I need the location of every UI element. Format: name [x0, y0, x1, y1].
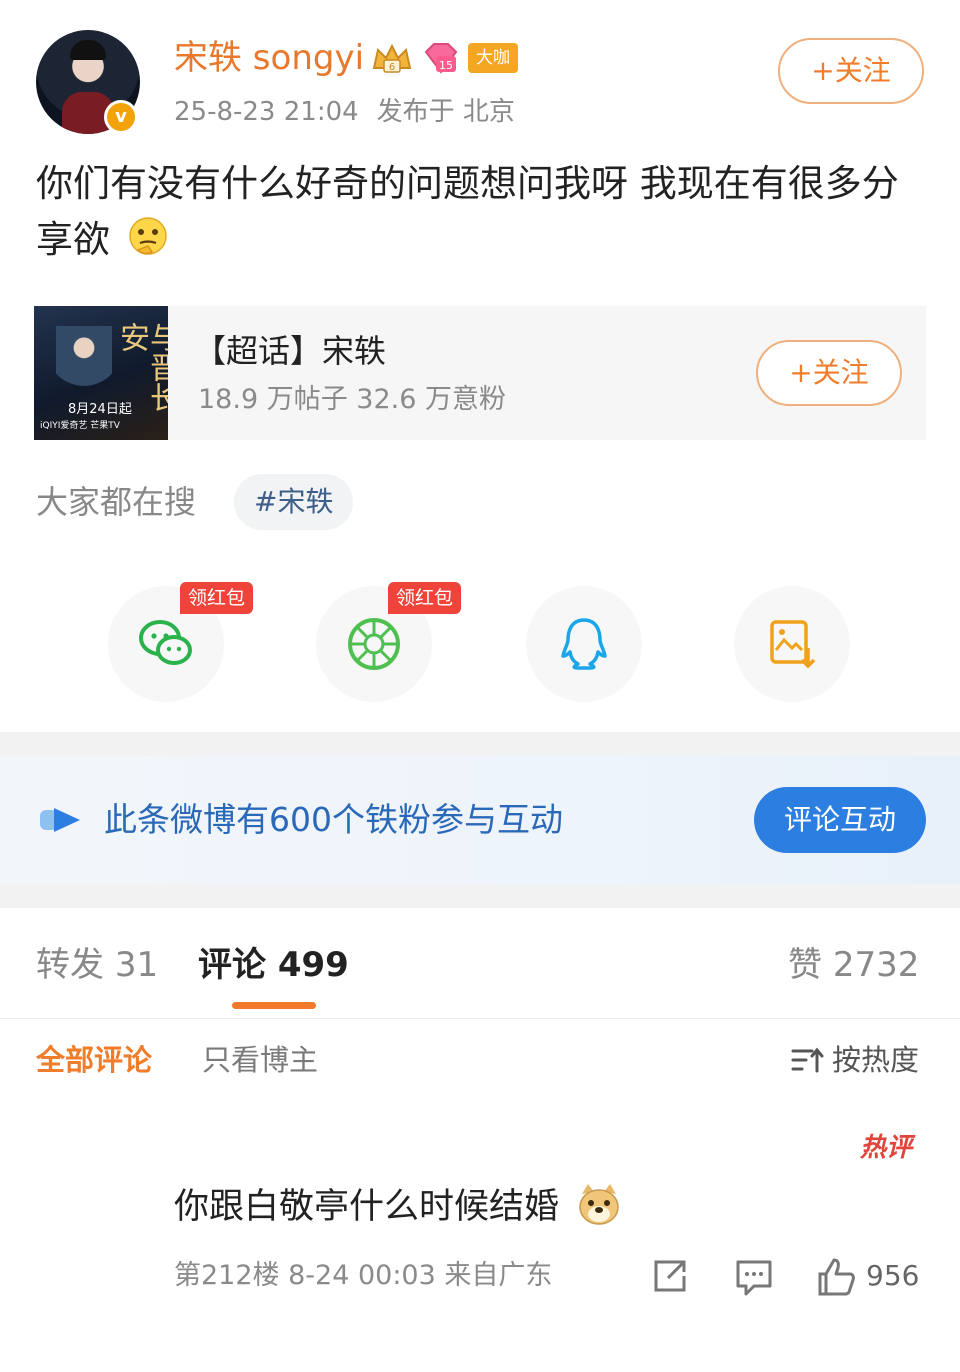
- tab-like[interactable]: 赞 2732: [788, 942, 919, 988]
- thinking-emoji-icon: [129, 217, 167, 255]
- comment-body: 你跟白敬亭什么时候结婚: [174, 1180, 622, 1234]
- post-body: 你们有没有什么好奇的问题想问我呀 我现在有很多分享欲: [36, 156, 916, 268]
- tab-like-label: 赞: [788, 945, 822, 985]
- filter-author-only[interactable]: 只看博主: [202, 1040, 318, 1080]
- qq-icon: [561, 618, 607, 670]
- follow-button[interactable]: +关注: [778, 38, 924, 104]
- banner-text: 此条微博有600个铁粉参与互动: [104, 800, 563, 839]
- tabs-divider: [0, 1018, 960, 1019]
- tab-repost-count: 31: [114, 945, 159, 985]
- thumbnail-logos: iQIYI爱奇艺 芒果TV: [40, 421, 120, 431]
- tab-repost[interactable]: 转发 31: [36, 942, 158, 988]
- sort-by-heat-button[interactable]: 按热度: [790, 1040, 919, 1080]
- post-header: v 宋轶 songyi 6 15 大咖 25-8-23 21:04 发布于 北京 …: [0, 0, 960, 150]
- thumbnail-figure: [56, 326, 112, 404]
- post-timestamp: 25-8-23 21:04: [174, 97, 359, 127]
- play-chevron-icon: [40, 808, 80, 832]
- hot-comment-tag: 热评: [860, 1133, 913, 1163]
- thumbnail-title: 与晋长安: [114, 322, 168, 412]
- tab-comment-count: 499: [277, 945, 349, 985]
- like-thumb-icon[interactable]: [814, 1254, 858, 1298]
- comment-text: 你跟白敬亭什么时候结婚: [174, 1187, 560, 1227]
- supertopic-follow-button[interactable]: +关注: [756, 340, 902, 406]
- comment-meta: 第212楼 8-24 00:03 来自广东: [174, 1260, 553, 1291]
- post-meta: 25-8-23 21:04 发布于 北京: [174, 94, 533, 130]
- red-packet-badge: 领红包: [180, 582, 254, 614]
- tab-repost-label: 转发: [36, 945, 104, 985]
- supertopic-stats: 18.9 万帖子 32.6 万意粉: [198, 384, 506, 415]
- share-comment-icon[interactable]: [648, 1254, 692, 1298]
- supertopic-card[interactable]: 与晋长安 8月24日起 iQIYI爱奇艺 芒果TV 【超话】宋轶 18.9 万帖…: [34, 306, 926, 440]
- supertopic-thumbnail: 与晋长安 8月24日起 iQIYI爱奇艺 芒果TV: [34, 306, 168, 440]
- avatar-hair: [70, 40, 106, 60]
- thumbnail-date: 8月24日起: [68, 402, 132, 417]
- verified-badge-icon: v: [104, 100, 138, 134]
- crown-badge-icon: 6: [372, 43, 412, 73]
- svg-text:6: 6: [389, 62, 395, 73]
- daka-badge: 大咖: [468, 43, 518, 73]
- moments-icon: [348, 618, 400, 670]
- supertopic-name: 【超话】宋轶: [194, 332, 387, 370]
- vip-gem-badge-icon: 15: [424, 43, 458, 74]
- svg-text:15: 15: [439, 59, 453, 72]
- save-image-button[interactable]: [734, 586, 850, 702]
- trending-search-label: 大家都在搜: [36, 483, 197, 521]
- doge-emoji-icon: [579, 1184, 619, 1225]
- tab-like-count: 2732: [832, 945, 920, 985]
- save-image-icon: [770, 620, 816, 669]
- section-gap: [0, 732, 960, 756]
- reply-comment-icon[interactable]: [732, 1254, 776, 1298]
- share-qq-button[interactable]: [526, 586, 642, 702]
- username[interactable]: 宋轶 songyi: [174, 36, 364, 80]
- red-packet-badge-2: 领红包: [388, 582, 462, 614]
- fan-interaction-banner[interactable]: 此条微博有600个铁粉参与互动 评论互动: [0, 756, 960, 884]
- tab-comment[interactable]: 评论 499: [198, 942, 349, 988]
- tab-comment-label: 评论: [198, 945, 266, 985]
- comment-like-count: 956: [866, 1259, 920, 1292]
- section-gap-2: [0, 884, 960, 908]
- user-badges: 6 15 大咖: [370, 40, 518, 76]
- post-location: 发布于 北京: [376, 97, 515, 127]
- active-tab-indicator: [232, 1002, 316, 1009]
- comment-interact-button[interactable]: 评论互动: [754, 787, 926, 853]
- sort-label: 按热度: [832, 1043, 920, 1077]
- wechat-icon: [139, 620, 192, 665]
- comment-actions: 956: [648, 1254, 919, 1298]
- sort-icon: [791, 1047, 824, 1073]
- filter-all-comments[interactable]: 全部评论: [36, 1040, 152, 1080]
- trending-search-tag[interactable]: #宋轶: [234, 474, 354, 530]
